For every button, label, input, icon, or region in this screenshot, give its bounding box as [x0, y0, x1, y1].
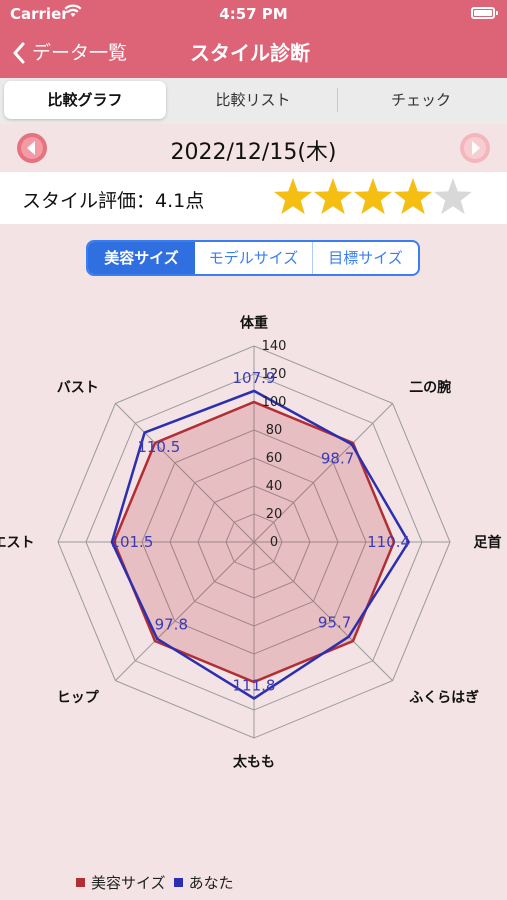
back-button-label: データ一覧 — [32, 42, 128, 64]
data-label: 111.8 — [233, 677, 276, 695]
segment-model-size[interactable]: モデルサイズ — [195, 242, 312, 274]
back-button[interactable]: データ一覧 — [12, 38, 127, 68]
star-filled-icon — [273, 178, 313, 215]
data-label: 97.8 — [155, 616, 188, 634]
star-filled-icon — [313, 178, 353, 215]
tab-check[interactable]: チェック — [338, 81, 504, 119]
size-selector: 美容サイズ モデルサイズ 目標サイズ — [86, 240, 420, 276]
r-tick-label: 60 — [266, 451, 283, 466]
axis-label: ヒップ — [57, 690, 100, 706]
r-tick-label: 100 — [262, 395, 287, 410]
legend-item-you: あなた — [173, 872, 234, 893]
axis-label: 足首 — [474, 534, 502, 551]
chevron-left-icon — [13, 42, 25, 64]
axis-label: バスト — [57, 380, 99, 396]
segment-target-size[interactable]: 目標サイズ — [313, 242, 418, 274]
battery-icon — [471, 7, 498, 19]
radar-chart: 020406080100120140107.998.7110.495.7111.… — [0, 315, 502, 771]
legend-label-beauty-size: 美容サイズ — [91, 874, 166, 892]
star-filled-icon — [393, 178, 433, 215]
data-label: 95.7 — [318, 614, 351, 632]
star-filled-icon — [353, 178, 393, 215]
page-title: スタイル診断 — [190, 41, 310, 65]
r-tick-label: 80 — [266, 423, 283, 438]
data-label: 107.9 — [233, 369, 276, 387]
segment-beauty-size[interactable]: 美容サイズ — [88, 242, 195, 274]
axis-label: 太もも — [233, 754, 275, 771]
chart-legend: 美容サイズ あなた — [76, 872, 242, 893]
r-tick-label: 140 — [262, 339, 287, 354]
r-tick-label: 0 — [270, 535, 278, 550]
r-tick-label: 20 — [266, 507, 283, 522]
r-tick-label: 40 — [266, 479, 283, 494]
data-label: 101.5 — [110, 533, 153, 551]
data-label: 98.7 — [321, 449, 354, 467]
legend-label-you: あなた — [188, 874, 234, 892]
legend-item-beauty-size: 美容サイズ — [76, 872, 166, 893]
tab-compare-list[interactable]: 比較リスト — [170, 81, 336, 119]
axis-label: 体重 — [240, 315, 268, 332]
data-label: 110.4 — [367, 533, 410, 551]
status-bar: Carrier 4:57 PM — [0, 0, 507, 28]
legend-swatch-you — [173, 878, 183, 887]
right-arrow-icon — [460, 133, 490, 163]
axis-label: 二の腕 — [409, 379, 451, 396]
next-date-button[interactable] — [459, 132, 491, 164]
data-label: 110.5 — [137, 438, 180, 456]
date-navigator: 2022/12/15(木) — [0, 124, 507, 172]
axis-label: ふくらはぎ — [409, 689, 479, 706]
clock: 4:57 PM — [219, 5, 288, 23]
star-empty-icon — [433, 178, 473, 215]
axis-label: ウエスト — [0, 535, 35, 551]
date-label: 2022/12/15(木) — [170, 140, 337, 165]
navigation-bar: データ一覧 スタイル診断 — [0, 28, 507, 78]
view-tabs: 比較グラフ 比較リスト チェック — [0, 78, 507, 124]
legend-swatch-beauty-size — [76, 878, 85, 887]
tab-compare-graph[interactable]: 比較グラフ — [4, 81, 166, 119]
style-rating: スタイル評価：4.1点 — [0, 172, 507, 224]
rating-label: スタイル評価：4.1点 — [22, 190, 205, 212]
